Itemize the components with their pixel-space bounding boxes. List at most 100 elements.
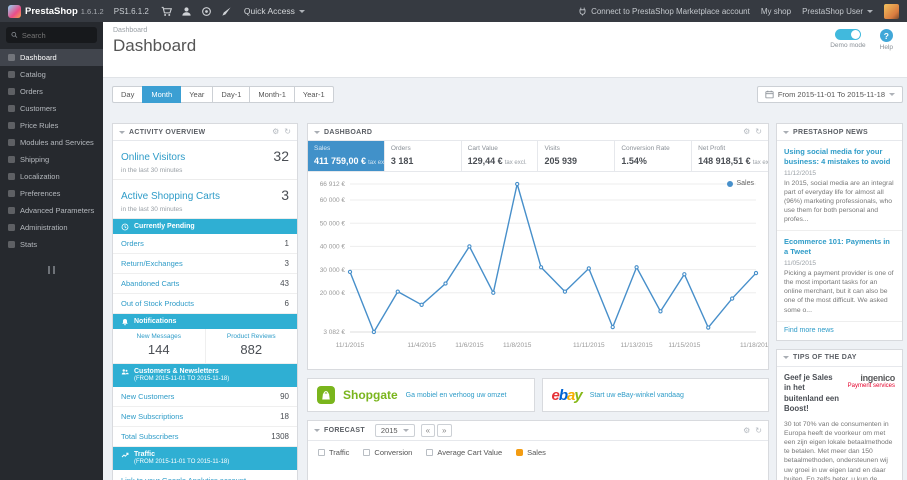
- sidebar-collapse-button[interactable]: [0, 261, 103, 279]
- active-carts-link[interactable]: Active Shopping Carts: [121, 191, 220, 202]
- demo-mode-toggle[interactable]: [834, 29, 861, 40]
- help-button[interactable]: ?: [879, 29, 893, 42]
- forecast-legend-sales[interactable]: Sales: [516, 448, 546, 457]
- sidebar-item-dashboard[interactable]: Dashboard: [0, 49, 103, 66]
- rocket-icon[interactable]: [221, 6, 232, 17]
- refresh-icon[interactable]: ↻: [284, 128, 291, 136]
- kpi-tab-orders[interactable]: Orders 3 181: [385, 141, 462, 171]
- tips-body: Geef je Sales in het buitenland een Boos…: [777, 367, 902, 480]
- kpi-tab-cart-value[interactable]: Cart Value 129,44 € tax excl.: [462, 141, 539, 171]
- panel-actions: ⚙ ↻: [743, 128, 762, 136]
- kpi-tab-visits[interactable]: Visits 205 939: [538, 141, 616, 171]
- settings-icon[interactable]: ⚙: [743, 426, 750, 435]
- new-messages-value: 144: [147, 342, 170, 358]
- abandoned-carts-link[interactable]: Abandoned Carts: [121, 279, 179, 288]
- checkbox-icon[interactable]: [426, 449, 434, 456]
- new-messages-cell[interactable]: New Messages 144: [113, 329, 205, 363]
- pending-returns-link[interactable]: Return/Exchanges: [121, 259, 183, 268]
- forecast-legend-traffic[interactable]: Traffic: [318, 448, 349, 457]
- checkbox-icon[interactable]: [318, 449, 325, 456]
- quick-access-menu[interactable]: Quick Access: [244, 6, 305, 16]
- shopgate-ad[interactable]: Shopgate Ga mobiel en verhoog uw omzet: [307, 378, 535, 412]
- sidebar-item-catalog[interactable]: Catalog: [0, 66, 103, 83]
- prestashop-admin: PrestaShop 1.6.1.2 PS1.6.1.2 Quick Acces…: [0, 0, 907, 480]
- refresh-icon[interactable]: ↻: [755, 426, 762, 435]
- checkbox-icon[interactable]: [363, 449, 371, 456]
- svg-text:11/15/2015: 11/15/2015: [668, 342, 700, 349]
- ebay-ad[interactable]: ebay Start uw eBay-winkel vandaag: [541, 378, 769, 412]
- refresh-icon[interactable]: ↻: [755, 128, 762, 136]
- new-subscriptions-link[interactable]: New Subscriptions: [121, 412, 183, 421]
- user-avatar[interactable]: [884, 3, 899, 19]
- out-of-stock-value: 6: [284, 299, 289, 309]
- settings-icon[interactable]: ⚙: [272, 128, 279, 136]
- settings-icon[interactable]: ⚙: [743, 128, 750, 136]
- svg-text:66 912 €: 66 912 €: [320, 181, 346, 188]
- ebay-letter: y: [574, 386, 582, 404]
- forecast-prev-button[interactable]: «: [420, 424, 436, 437]
- forecast-next-button[interactable]: »: [437, 424, 452, 437]
- sidebar-item-price-rules[interactable]: Price Rules: [0, 117, 103, 134]
- abandoned-carts-value: 43: [280, 279, 289, 289]
- news-article-title-link[interactable]: Using social media for your business: 4 …: [784, 147, 895, 167]
- forecast-year-select[interactable]: 2015: [374, 424, 415, 437]
- range-year-button[interactable]: Year: [180, 86, 214, 103]
- date-range-picker[interactable]: From 2015-11-01 To 2015-11-18: [756, 86, 903, 103]
- kpi-tab-sales[interactable]: Sales 411 759,00 €tax excl.: [308, 141, 385, 171]
- out-of-stock-link[interactable]: Out of Stock Products: [121, 299, 194, 308]
- customers-newsletters-subtitle: (FROM 2015-11-01 TO 2015-11-18): [134, 376, 230, 383]
- sales-line-chart[interactable]: 66 912 € 60 000 € 50 000 € 40 000 € 30 000 €…: [308, 174, 773, 364]
- sidebar-search[interactable]: [6, 27, 97, 43]
- total-subscribers-row: Total Subscribers 1308: [113, 427, 297, 448]
- forecast-legend-average-cart-value[interactable]: Average Cart Value: [426, 448, 502, 457]
- online-visitors-sub: in the last 30 minutes: [121, 167, 183, 174]
- range-year-1-button[interactable]: Year-1: [293, 86, 334, 103]
- user-menu[interactable]: PrestaShop User: [802, 7, 873, 16]
- sidebar-item-stats[interactable]: Stats: [0, 236, 103, 253]
- total-subscribers-link[interactable]: Total Subscribers: [121, 432, 179, 441]
- kpi-value: 205 939: [544, 156, 578, 166]
- forecast-legend-label: Sales: [527, 448, 546, 457]
- google-analytics-link[interactable]: Link to your Google Analytics account: [113, 470, 297, 480]
- kpi-tab-net-profit[interactable]: Net Profit 148 918,51 €tax excl.: [692, 141, 768, 171]
- news-panel-title: PRESTASHOP NEWS: [793, 128, 869, 136]
- header-controls: Demo mode ? Help: [830, 29, 893, 51]
- find-more-news-link[interactable]: Find more news: [777, 322, 902, 340]
- sidebar-item-shipping[interactable]: Shipping: [0, 151, 103, 168]
- search-input[interactable]: [21, 30, 92, 40]
- checked-swatch-icon[interactable]: [516, 449, 524, 456]
- sidebar-item-orders[interactable]: Orders: [0, 83, 103, 100]
- my-shop-link[interactable]: My shop: [761, 7, 791, 16]
- sidebar-item-customers[interactable]: Customers: [0, 100, 103, 117]
- range-month-button[interactable]: Month: [142, 86, 182, 103]
- product-reviews-cell[interactable]: Product Reviews 882: [204, 329, 298, 364]
- kpi-label: Cart Value: [467, 145, 498, 152]
- sidebar-item-modules[interactable]: Modules and Services: [0, 134, 103, 151]
- new-customers-link[interactable]: New Customers: [121, 392, 174, 401]
- range-day-1-button[interactable]: Day-1: [212, 86, 251, 103]
- chart-legend: Sales: [727, 180, 754, 187]
- pending-orders-link[interactable]: Orders: [121, 239, 144, 248]
- sidebar-nav: Dashboard Catalog Orders Customers Price…: [0, 49, 103, 253]
- sidebar-item-label: Administration: [20, 223, 68, 232]
- localization-icon: [8, 173, 15, 180]
- sidebar-item-advanced-parameters[interactable]: Advanced Parameters: [0, 202, 103, 219]
- online-visitors-link[interactable]: Online Visitors: [121, 152, 185, 163]
- sidebar-item-administration[interactable]: Administration: [0, 219, 103, 236]
- forecast-legend-conversion[interactable]: Conversion: [363, 448, 412, 457]
- shopgate-ad-link[interactable]: Ga mobiel en verhoog uw omzet: [406, 392, 507, 399]
- customers-icon: [121, 369, 129, 375]
- kpi-tab-conversion-rate[interactable]: Conversion Rate 1.54%: [615, 141, 693, 171]
- sidebar-item-preferences[interactable]: Preferences: [0, 185, 103, 202]
- employee-icon[interactable]: [181, 6, 192, 17]
- range-day-button[interactable]: Day: [112, 86, 144, 103]
- cart-icon[interactable]: [161, 6, 172, 17]
- marketplace-connect-link[interactable]: Connect to PrestaShop Marketplace accoun…: [578, 7, 750, 16]
- brand-name[interactable]: PrestaShop: [25, 6, 78, 17]
- range-month-1-button[interactable]: Month-1: [249, 86, 295, 103]
- currently-pending-header: Currently Pending: [113, 219, 297, 235]
- ebay-ad-link[interactable]: Start uw eBay-winkel vandaag: [590, 392, 684, 399]
- lifebuoy-icon[interactable]: [201, 6, 212, 17]
- sidebar-item-localization[interactable]: Localization: [0, 168, 103, 185]
- news-article-title-link[interactable]: Ecommerce 101: Payments in a Tweet: [784, 237, 895, 257]
